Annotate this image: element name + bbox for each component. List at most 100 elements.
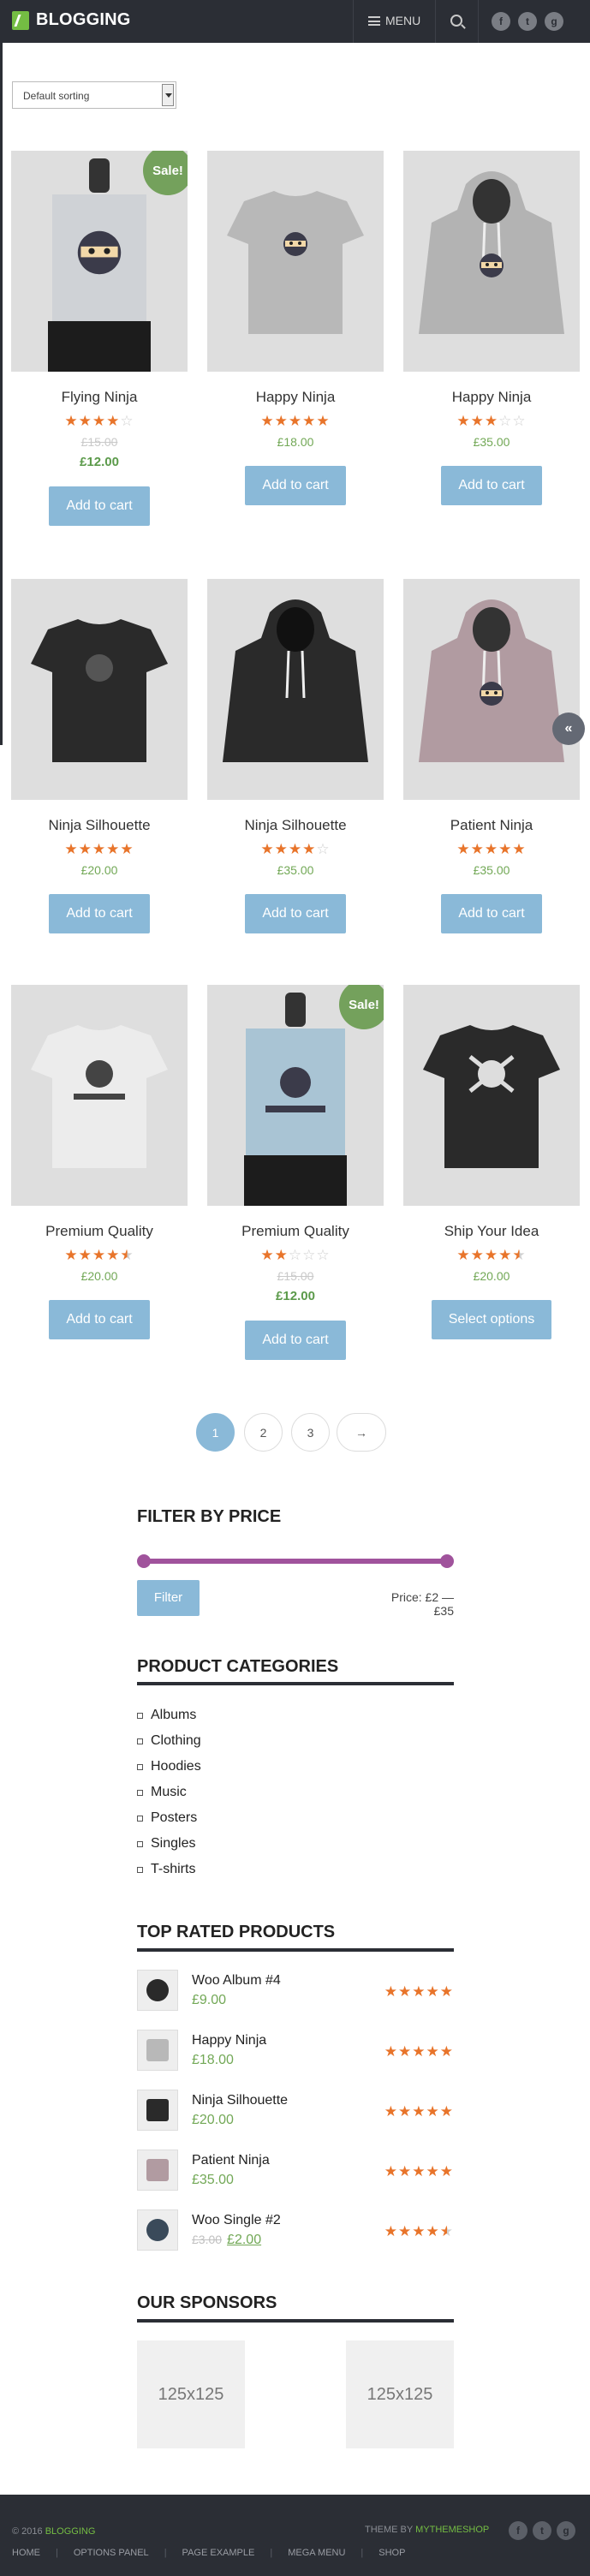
- top-rated-name[interactable]: Ninja Silhouette: [192, 2093, 288, 2108]
- category-label: Music: [151, 1785, 187, 1799]
- sponsor-banner[interactable]: 125x125: [137, 2340, 245, 2448]
- menu-button[interactable]: MENU: [368, 14, 420, 27]
- product-thumbnail[interactable]: [11, 985, 188, 1206]
- price-slider-max-handle[interactable]: [440, 1554, 454, 1568]
- facebook-icon[interactable]: f: [492, 12, 510, 31]
- top-rated-name[interactable]: Woo Single #2: [192, 2213, 281, 2228]
- product-name[interactable]: Premium Quality: [11, 1223, 188, 1242]
- single-icon[interactable]: [137, 2209, 178, 2251]
- add-to-cart-button[interactable]: Add to cart: [49, 1300, 150, 1339]
- price-slider-min-handle[interactable]: [137, 1554, 151, 1568]
- add-to-cart-button[interactable]: Add to cart: [245, 894, 346, 933]
- top-rated-item[interactable]: Happy Ninja £18.00 ★★★★★: [137, 2030, 454, 2072]
- add-to-cart-button[interactable]: Add to cart: [245, 466, 346, 505]
- category-item[interactable]: Hoodies: [137, 1754, 201, 1780]
- category-item[interactable]: Music: [137, 1780, 201, 1805]
- facebook-icon[interactable]: f: [509, 2521, 527, 2540]
- top-rated-item[interactable]: Woo Single #2 £3.00 £2.00 ★★★★★: [137, 2209, 454, 2252]
- product-name[interactable]: Ship Your Idea: [403, 1223, 580, 1242]
- widget-divider: [137, 1948, 454, 1952]
- page-1-button[interactable]: 1: [196, 1413, 235, 1452]
- page-2-button[interactable]: 2: [244, 1413, 283, 1452]
- bullet-icon: [137, 1815, 143, 1822]
- black-tshirt-icon[interactable]: [137, 2090, 178, 2131]
- product-thumbnail[interactable]: [11, 579, 188, 800]
- product-name[interactable]: Ninja Silhouette: [11, 817, 188, 836]
- footer-nav-separator: |: [361, 2548, 364, 2558]
- product-price: £35.00: [192, 2173, 234, 2187]
- product-name[interactable]: Patient Ninja: [403, 817, 580, 836]
- page-3-button[interactable]: 3: [291, 1413, 330, 1452]
- theme-by-prefix: THEME BY: [365, 2525, 414, 2535]
- add-to-cart-button[interactable]: Add to cart: [49, 894, 150, 933]
- add-to-cart-button[interactable]: Select options: [432, 1300, 551, 1339]
- price-slider-track[interactable]: [144, 1559, 447, 1564]
- price-range-label: Price: £2 — £35: [390, 1590, 454, 1618]
- top-rated-item[interactable]: Woo Album #4 £9.00 ★★★★★: [137, 1970, 454, 2012]
- album-icon[interactable]: [137, 1970, 178, 2011]
- header-divider: [435, 0, 436, 43]
- add-to-cart-button[interactable]: Add to cart: [441, 466, 542, 505]
- chevron-down-icon: [162, 84, 174, 106]
- star-rating: ★★★★★: [260, 413, 331, 429]
- product-name[interactable]: Happy Ninja: [207, 389, 384, 408]
- category-item[interactable]: Posters: [137, 1805, 201, 1831]
- footer-nav-link[interactable]: SHOP: [378, 2548, 405, 2558]
- category-list: Albums Clothing Hoodies Music Posters Singles…: [137, 1702, 201, 1882]
- product-name[interactable]: Ninja Silhouette: [207, 817, 384, 836]
- twitter-icon[interactable]: t: [533, 2521, 551, 2540]
- category-item[interactable]: Albums: [137, 1702, 201, 1728]
- footer-nav-separator: |: [270, 2548, 273, 2558]
- category-item[interactable]: Clothing: [137, 1728, 201, 1754]
- product-price: £35.00: [473, 863, 510, 877]
- google-plus-icon[interactable]: g: [557, 2521, 575, 2540]
- footer-nav-link[interactable]: MEGA MENU: [288, 2548, 345, 2558]
- top-rated-item[interactable]: Ninja Silhouette £20.00 ★★★★★: [137, 2090, 454, 2132]
- theme-by-link[interactable]: MYTHEMESHOP: [415, 2525, 489, 2535]
- top-rated-name[interactable]: Patient Ninja: [192, 2153, 270, 2168]
- filter-button[interactable]: Filter: [137, 1580, 200, 1616]
- menu-label: MENU: [385, 14, 421, 27]
- product-thumbnail[interactable]: Sale!: [207, 985, 384, 1206]
- back-to-top-button[interactable]: «: [552, 713, 585, 745]
- footer-nav-link[interactable]: HOME: [12, 2548, 40, 2558]
- sponsor-banner[interactable]: 125x125: [346, 2340, 454, 2448]
- footer-nav-link[interactable]: OPTIONS PANEL: [74, 2548, 149, 2558]
- product-name[interactable]: Happy Ninja: [403, 389, 580, 408]
- product-price: £20.00: [80, 1269, 118, 1283]
- category-item[interactable]: T-shirts: [137, 1857, 201, 1882]
- top-rated-name[interactable]: Woo Album #4: [192, 1973, 281, 1989]
- product-price-block: £18.00: [207, 435, 384, 449]
- product-categories-title: PRODUCT CATEGORIES: [137, 1657, 339, 1676]
- category-item[interactable]: Singles: [137, 1831, 201, 1857]
- footer-nav-link[interactable]: PAGE EXAMPLE: [182, 2548, 255, 2558]
- site-logo[interactable]: BLOGGING: [12, 10, 131, 30]
- add-to-cart-button[interactable]: Add to cart: [49, 486, 150, 526]
- sorting-select[interactable]: Default sorting: [12, 81, 176, 109]
- hamburger-icon: [368, 15, 380, 26]
- next-page-button[interactable]: →: [337, 1413, 386, 1452]
- twitter-icon[interactable]: t: [518, 12, 537, 31]
- top-header: BLOGGING MENU f t g: [0, 0, 590, 43]
- product-thumbnail[interactable]: [403, 151, 580, 372]
- google-plus-icon[interactable]: g: [545, 12, 563, 31]
- copyright-brand-link[interactable]: BLOGGING: [45, 2526, 96, 2537]
- add-to-cart-button[interactable]: Add to cart: [441, 894, 542, 933]
- top-rated-name[interactable]: Happy Ninja: [192, 2033, 266, 2048]
- top-rated-item[interactable]: Patient Ninja £35.00 ★★★★★: [137, 2150, 454, 2192]
- category-label: Posters: [151, 1810, 198, 1825]
- product-name[interactable]: Premium Quality: [207, 1223, 384, 1242]
- product-name[interactable]: Flying Ninja: [11, 389, 188, 408]
- grey-tshirt-icon[interactable]: [137, 2030, 178, 2071]
- product-thumbnail[interactable]: Sale!: [11, 151, 188, 372]
- product-thumbnail[interactable]: [207, 151, 384, 372]
- product-thumbnail[interactable]: [403, 985, 580, 1206]
- pink-hoodie-icon[interactable]: [137, 2150, 178, 2191]
- product-thumbnail[interactable]: [207, 579, 384, 800]
- search-icon[interactable]: [450, 15, 462, 27]
- widget-divider: [137, 1682, 454, 1685]
- add-to-cart-button[interactable]: Add to cart: [245, 1321, 346, 1360]
- star-rating: ★★★★★: [456, 1247, 527, 1263]
- bullet-icon: [137, 1789, 143, 1796]
- product-thumbnail[interactable]: [403, 579, 580, 800]
